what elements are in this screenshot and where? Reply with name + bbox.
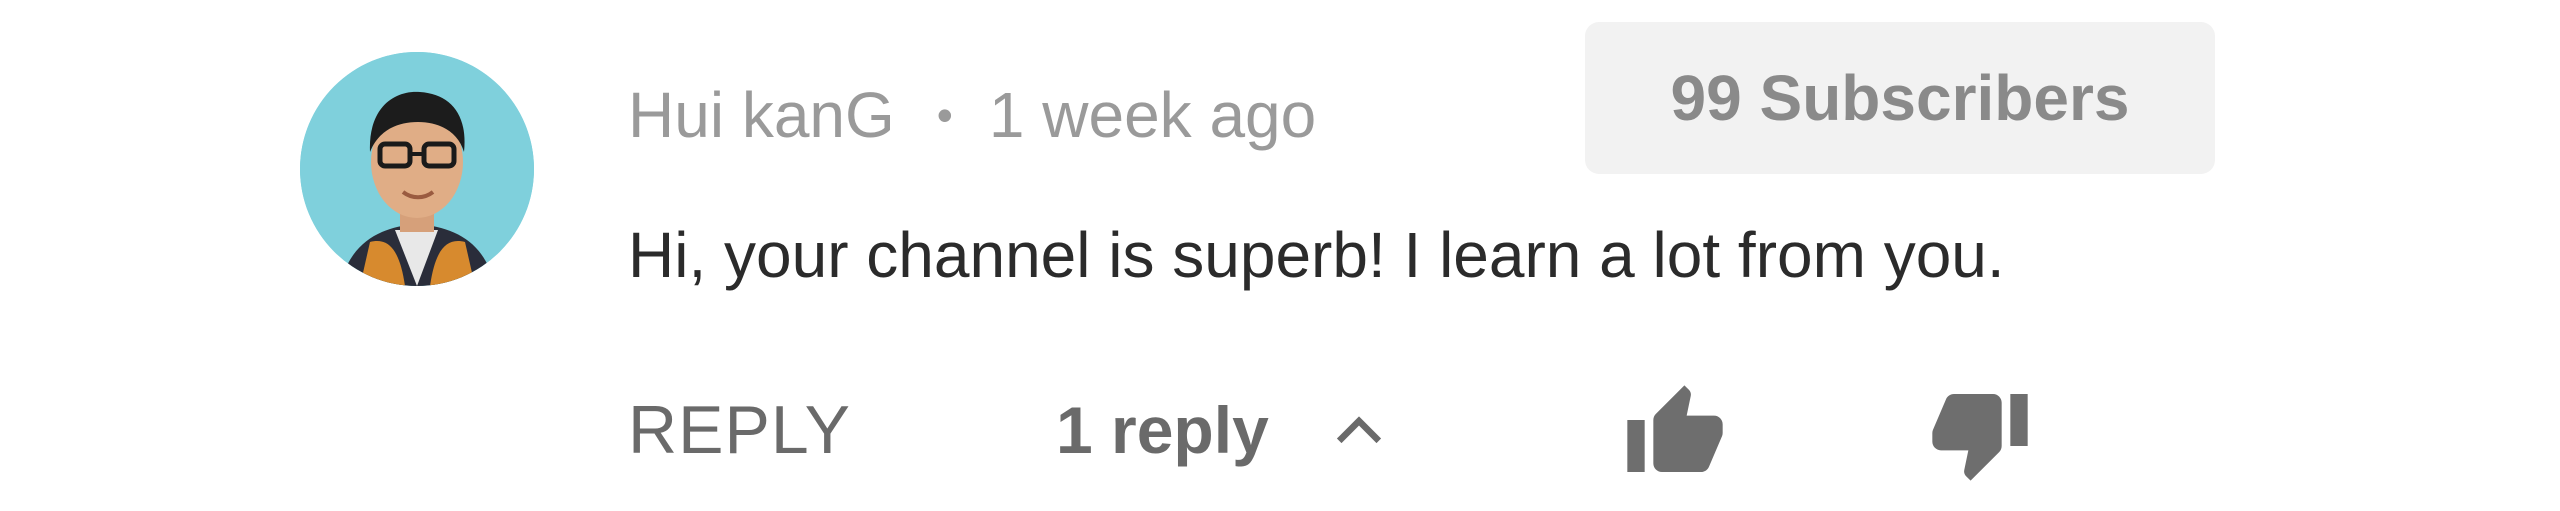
comment-thread: Hui kanG • 1 week ago 99 Subscribers Hi,… xyxy=(0,0,2560,511)
dislike-button[interactable] xyxy=(1925,380,2035,490)
avatar[interactable] xyxy=(300,52,534,286)
reply-button[interactable]: REPLY xyxy=(628,380,851,480)
author-name[interactable]: Hui kanG xyxy=(628,78,895,152)
comment-text: Hi, your channel is superb! I learn a lo… xyxy=(628,219,2005,291)
meta-separator: • xyxy=(936,89,953,141)
profile-photo xyxy=(300,52,534,286)
view-replies-toggle[interactable]: 1 reply xyxy=(1056,380,1389,480)
like-button[interactable] xyxy=(1620,380,1730,490)
replies-count-label: 1 reply xyxy=(1056,393,1269,467)
thumbs-up-icon xyxy=(1623,381,1727,490)
thumbs-down-icon xyxy=(1928,381,2032,490)
chevron-up-icon xyxy=(1329,400,1389,460)
comment-header: Hui kanG • 1 week ago xyxy=(628,70,1316,160)
comment-actions: REPLY 1 reply xyxy=(0,370,2560,490)
subscriber-count-badge: 99 Subscribers xyxy=(1585,22,2215,174)
comment-timestamp[interactable]: 1 week ago xyxy=(989,78,1316,152)
